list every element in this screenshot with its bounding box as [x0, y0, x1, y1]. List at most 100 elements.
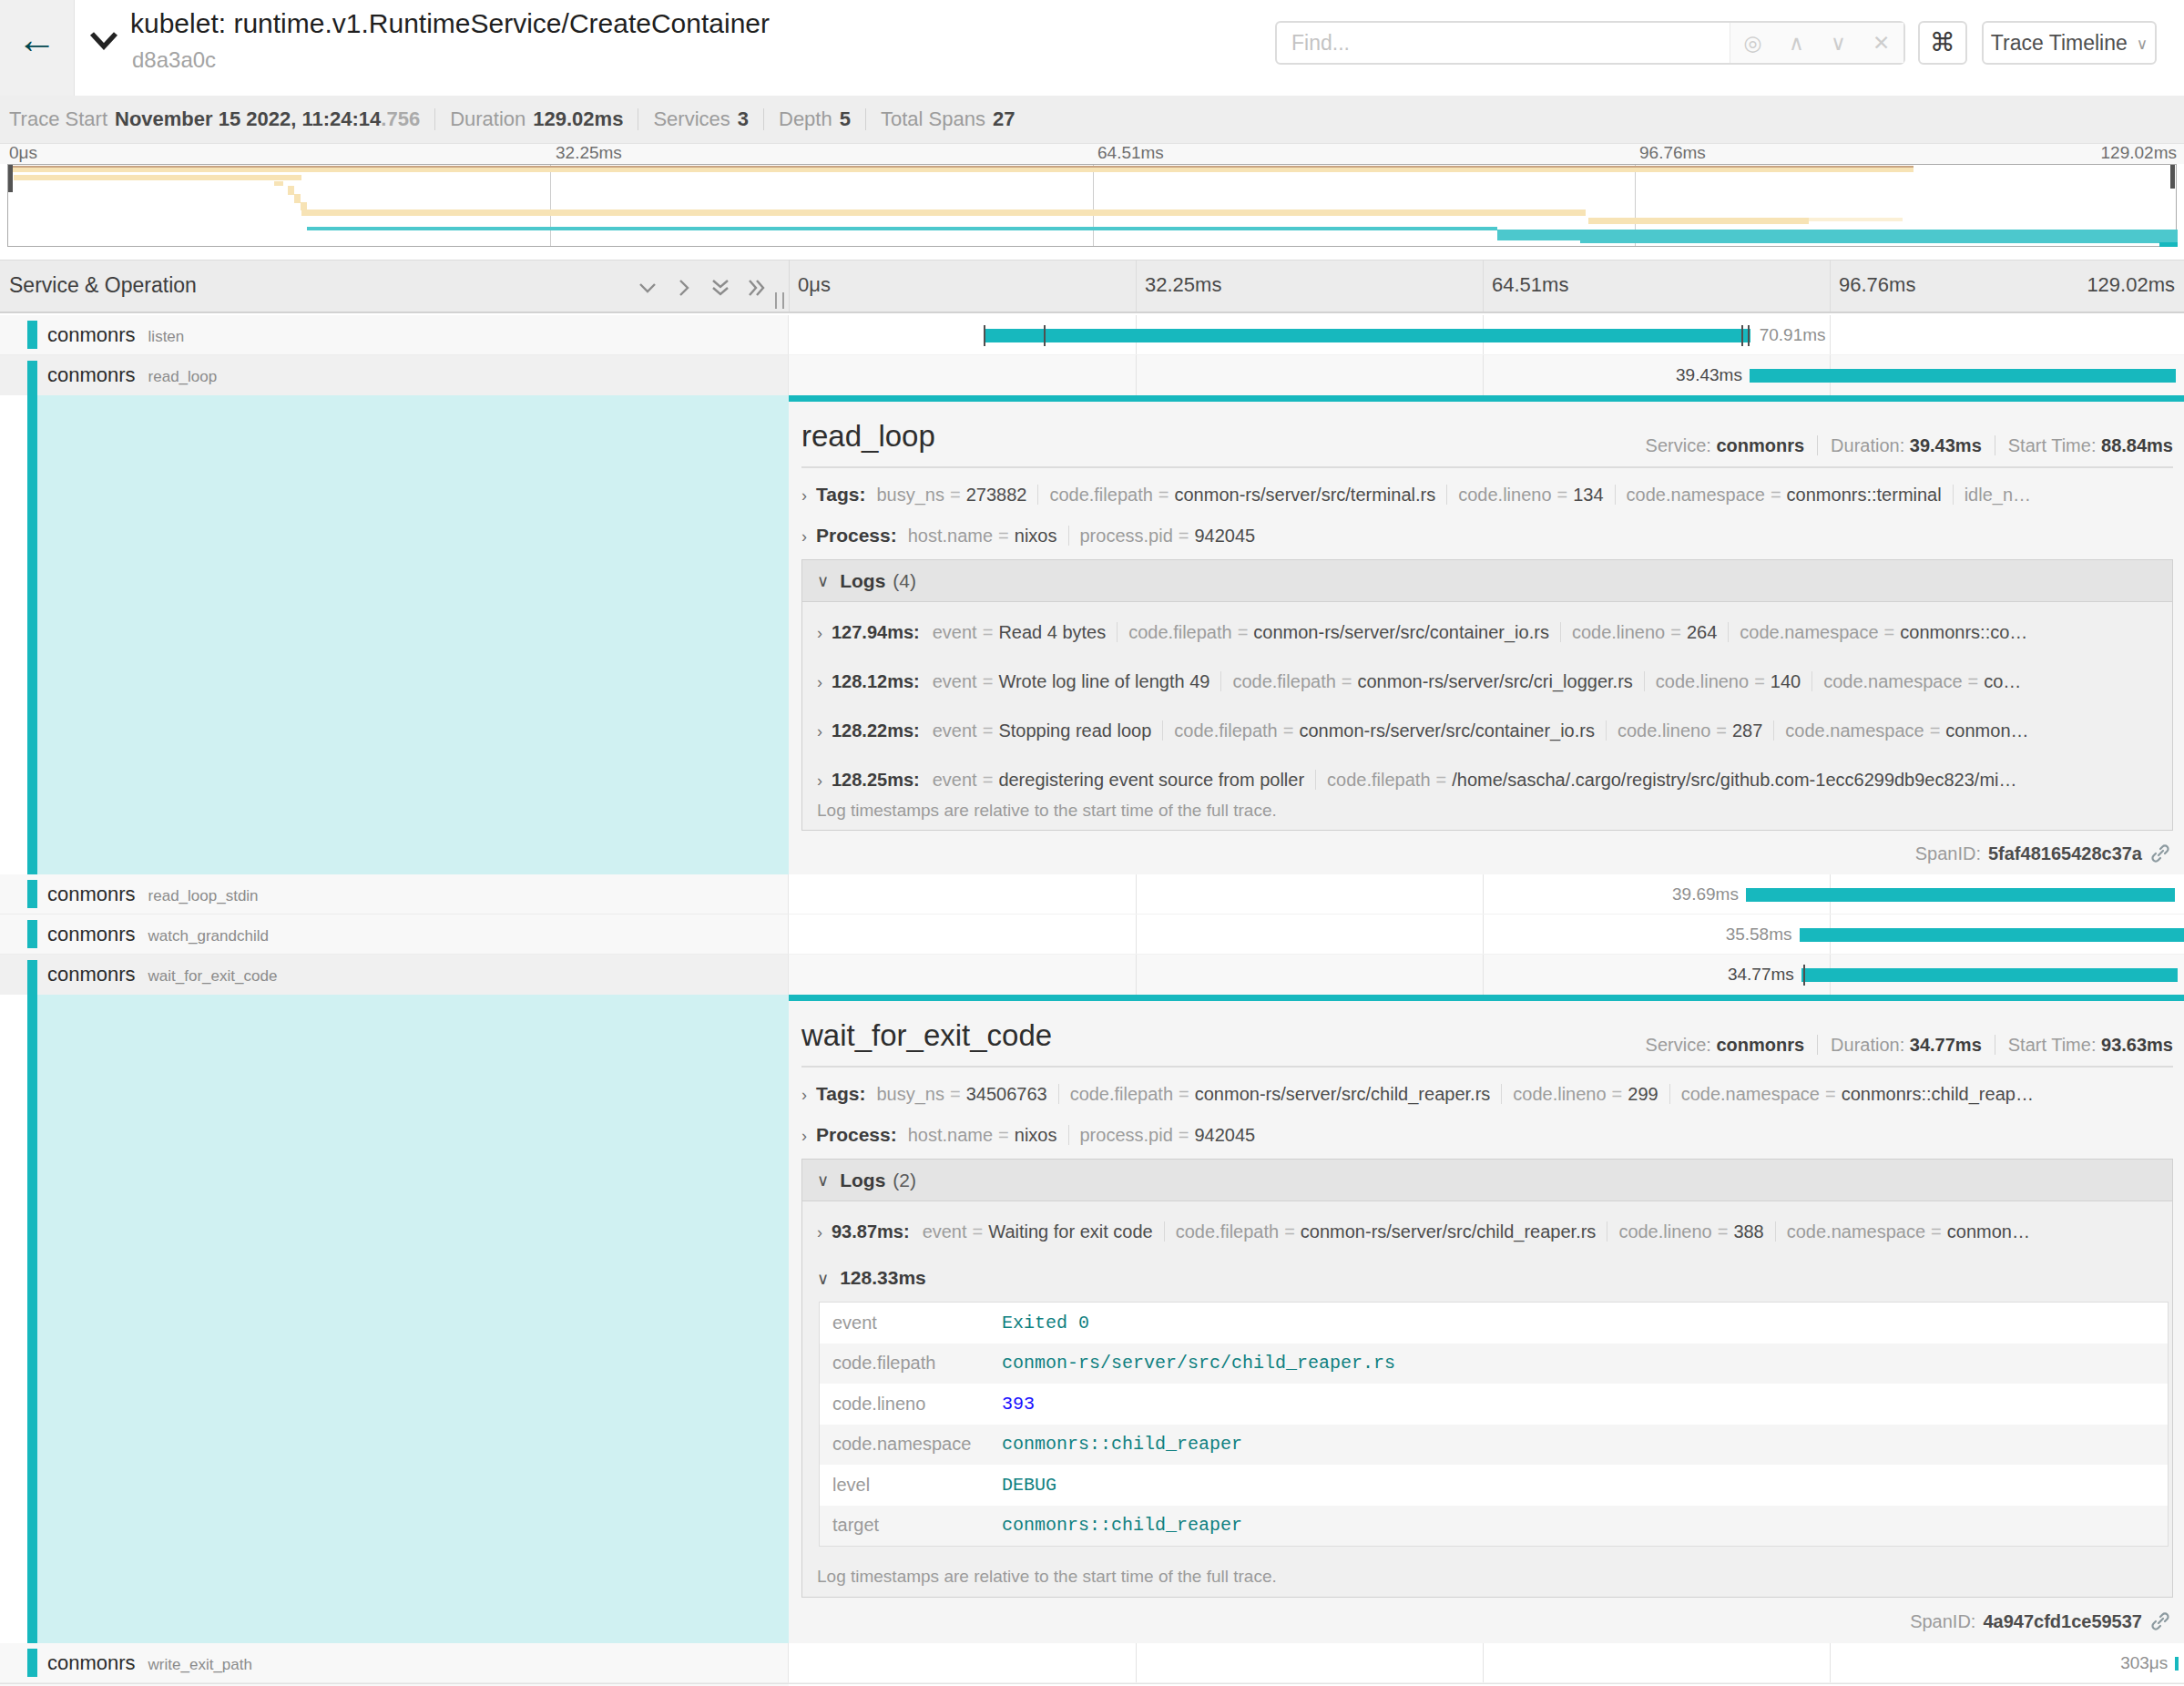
- minimap-ruler: 0μs 32.25ms 64.51ms 96.76ms 129.02ms: [0, 144, 2184, 164]
- tags-line[interactable]: ›Tags:busy_ns=34506763code.filepath=conm…: [801, 1080, 2173, 1109]
- span-bar[interactable]: [1746, 888, 2175, 902]
- log-timestamp: 127.94ms:: [832, 622, 920, 642]
- logs-label: Logs: [840, 570, 885, 592]
- minimap-span: [288, 186, 294, 195]
- ruler-tick-0: 0μs: [9, 143, 37, 163]
- span-row-read_loop[interactable]: conmonrsread_loop 39.43ms: [0, 355, 2184, 395]
- log-line[interactable]: ›127.94ms:event=Read 4 bytescode.filepat…: [817, 608, 2167, 657]
- log-field-key: code.namespace: [820, 1434, 1002, 1455]
- span-bar[interactable]: [984, 329, 1750, 342]
- logs-header[interactable]: ∨Logs(2): [802, 1160, 2172, 1201]
- detail-span-bar: [789, 995, 2184, 1001]
- expand-all-icon[interactable]: [745, 276, 769, 300]
- span-bar[interactable]: [2175, 1657, 2179, 1671]
- collapse-all-icon[interactable]: [709, 276, 732, 300]
- minimap-span: [301, 209, 1586, 216]
- tags-line[interactable]: ›Tags:busy_ns=273882code.filepath=conmon…: [801, 481, 2173, 509]
- log-note: Log timestamps are relative to the start…: [817, 1567, 1277, 1587]
- detail-meta: Service: conmonrsDuration: 39.43msStart …: [1646, 435, 2173, 456]
- tag-value: /home/sascha/.cargo/registry/src/github.…: [1452, 770, 2016, 790]
- timeline-tick-4: 129.02ms: [2087, 273, 2175, 297]
- trace-minimap[interactable]: [7, 164, 2177, 247]
- tag-key: busy_ns: [876, 1084, 944, 1104]
- span-row-read_loop_stdin[interactable]: conmonrsread_loop_stdin 39.69ms: [0, 874, 2184, 915]
- tag-key: code.namespace: [1740, 622, 1878, 642]
- process-line[interactable]: ›Process:host.name=nixosprocess.pid=9420…: [801, 1121, 2173, 1150]
- tag-key: busy_ns: [876, 485, 944, 505]
- trace-view-selector[interactable]: Trace Timeline ∨: [1982, 21, 2157, 65]
- tag-key: event: [933, 622, 977, 642]
- tag-key: code.filepath: [1232, 671, 1335, 691]
- keyboard-shortcuts-button[interactable]: ⌘: [1918, 21, 1967, 65]
- timeline-tick-0: 0μs: [798, 273, 831, 297]
- logs-header[interactable]: ∨Logs(4): [802, 560, 2172, 602]
- log-line[interactable]: ›128.25ms:event=deregistering event sour…: [817, 755, 2167, 804]
- tag-key: code.filepath: [1174, 720, 1277, 741]
- operation-name: read_loop: [148, 368, 218, 386]
- log-note: Log timestamps are relative to the start…: [817, 801, 1277, 821]
- collapse-trace-chevron-icon[interactable]: [88, 30, 119, 50]
- link-icon[interactable]: [2149, 843, 2171, 864]
- tag-key: host.name: [908, 526, 993, 546]
- locate-icon[interactable]: ◎: [1744, 31, 1762, 56]
- service-color-stripe: [27, 361, 37, 395]
- span-row-wait_for_exit_code[interactable]: conmonrswait_for_exit_code 34.77ms: [0, 955, 2184, 995]
- log-field-value: conmonrs::child_reaper: [1002, 1515, 1242, 1536]
- log-field-row: eventExited 0: [820, 1303, 2168, 1344]
- log-line[interactable]: ›93.87ms:event=Waiting for exit codecode…: [817, 1207, 2167, 1256]
- log-field-value: conmon-rs/server/src/child_reaper.rs: [1002, 1353, 1395, 1374]
- minimap-span: [1809, 218, 1903, 221]
- link-icon[interactable]: [2149, 1610, 2171, 1632]
- service-name: conmonrs: [47, 883, 136, 906]
- span-duration-label: 303μs: [2120, 1643, 2168, 1683]
- clear-find-icon[interactable]: ✕: [1873, 31, 1890, 56]
- log-line[interactable]: ›128.22ms:event=Stopping read loopcode.f…: [817, 706, 2167, 755]
- log-line[interactable]: ›128.12ms:event=Wrote log line of length…: [817, 657, 2167, 706]
- span-bar[interactable]: [1800, 928, 2184, 942]
- depth-value: 5: [840, 107, 851, 131]
- tag-key: code.namespace: [1823, 671, 1962, 691]
- span-id: SpanID:4a947cfd1ce59537: [1910, 1610, 2171, 1632]
- span-row-write_exit_path[interactable]: conmonrswrite_exit_path 303μs: [0, 1643, 2184, 1683]
- tag-key: process.pid: [1080, 1125, 1173, 1145]
- minimap-drag-handle[interactable]: [2170, 165, 2175, 189]
- tag-key: event: [933, 720, 977, 741]
- operation-name: listen: [148, 328, 185, 346]
- prev-match-icon[interactable]: ∧: [1789, 31, 1804, 56]
- expand-one-icon[interactable]: [672, 276, 696, 300]
- minimap-span: [274, 181, 283, 186]
- tag-value: 942045: [1194, 1125, 1255, 1145]
- services-value: 3: [738, 107, 749, 131]
- logs-count: (2): [893, 1170, 916, 1191]
- total-spans-label: Total Spans: [881, 107, 985, 131]
- tag-value: Wrote log line of length 49: [998, 671, 1209, 691]
- span-bar[interactable]: [1750, 369, 2176, 383]
- next-match-icon[interactable]: ∨: [1831, 31, 1846, 56]
- log-field-value: DEBUG: [1002, 1475, 1056, 1496]
- log-field-value: conmonrs::child_reaper: [1002, 1434, 1242, 1455]
- find-input[interactable]: [1277, 23, 1730, 63]
- span-row-listen[interactable]: conmonrslisten 70.91ms: [0, 315, 2184, 355]
- tag-key: code.lineno: [1458, 485, 1551, 505]
- detail-operation-name: read_loop: [801, 419, 935, 454]
- span-bar[interactable]: [1801, 968, 2178, 982]
- tag-value: conmonrs::terminal: [1787, 485, 1942, 505]
- tag-value: conmon-rs/server/src/child_reaper.rs: [1195, 1084, 1491, 1104]
- trace-summary-bar: Trace StartNovember 15 2022, 11:24:14.75…: [0, 96, 2184, 144]
- tag-value: 287: [1732, 720, 1762, 741]
- process-line[interactable]: ›Process:host.name=nixosprocess.pid=9420…: [801, 522, 2173, 550]
- services-label: Services: [653, 107, 730, 131]
- detail-meta: Service: conmonrsDuration: 34.77msStart …: [1646, 1035, 2173, 1056]
- column-resizer[interactable]: [775, 292, 784, 309]
- tag-value: conmonrs::co…: [1900, 622, 2027, 642]
- tag-value: 140: [1771, 671, 1801, 691]
- minimap-span: [1588, 218, 1809, 224]
- span-row-watch_grandchild[interactable]: conmonrswatch_grandchild 35.58ms: [0, 915, 2184, 955]
- back-button[interactable]: ←: [0, 0, 75, 96]
- log-fields-table: eventExited 0code.filepathconmon-rs/serv…: [819, 1302, 2169, 1547]
- timeline-tick-2: 64.51ms: [1492, 273, 1568, 297]
- tag-value: conmon-rs/server/src/terminal.rs: [1175, 485, 1436, 505]
- minimap-drag-handle[interactable]: [8, 165, 13, 192]
- expanded-log-header[interactable]: ∨128.33ms: [817, 1257, 926, 1299]
- collapse-one-icon[interactable]: [636, 276, 659, 300]
